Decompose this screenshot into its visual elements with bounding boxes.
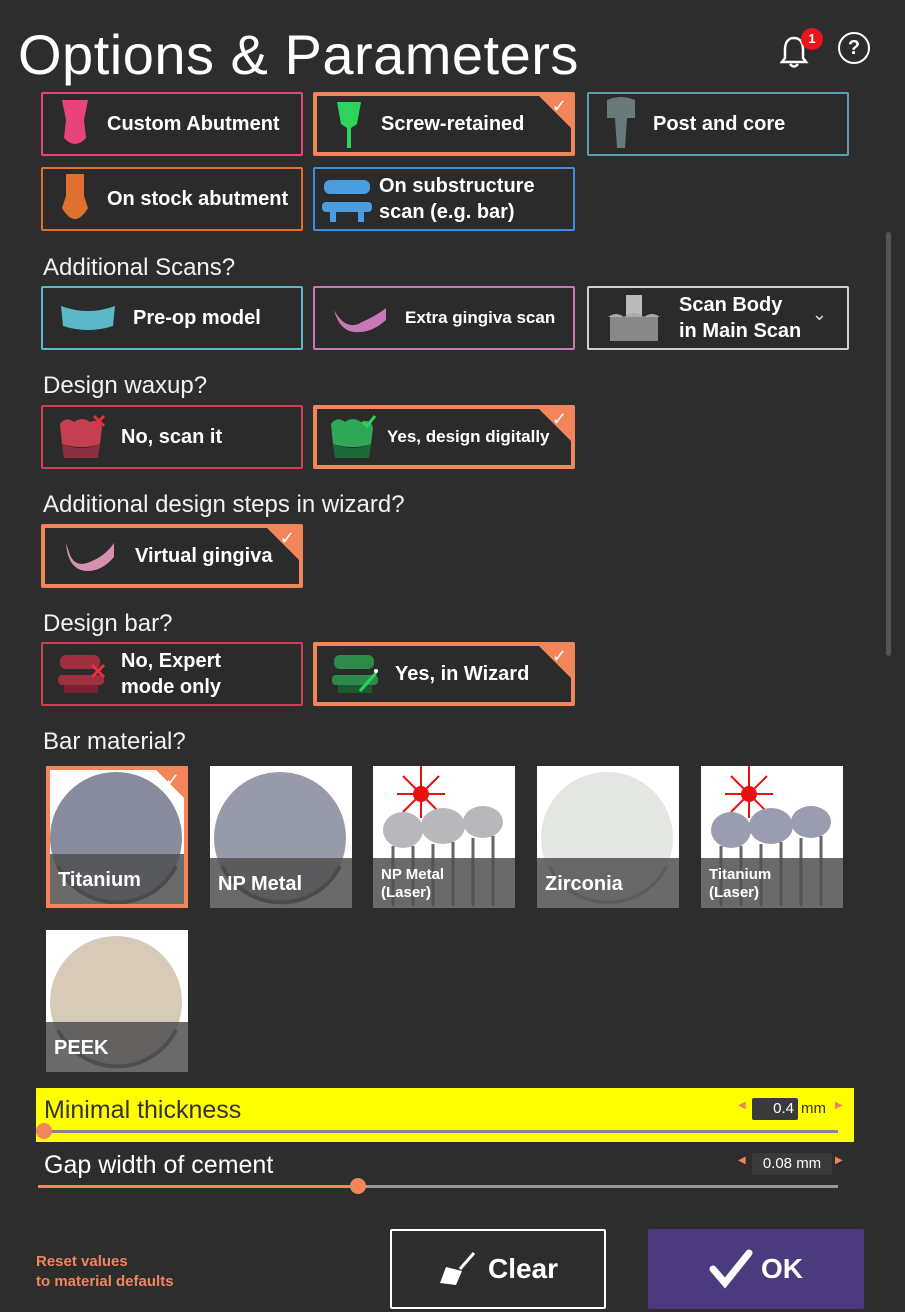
check-icon: ✓ bbox=[551, 96, 567, 116]
material-np-metal-laser[interactable]: NP Metal (Laser) bbox=[373, 766, 515, 908]
design-bar-wizard-icon bbox=[317, 646, 395, 702]
option-label: On substructure scan (e.g. bar) bbox=[379, 175, 535, 223]
clear-button[interactable]: Clear bbox=[390, 1229, 606, 1309]
material-label: Titanium (Laser) bbox=[709, 866, 772, 901]
option-extra-gingiva-scan[interactable]: Extra gingiva scan bbox=[313, 286, 575, 350]
increment-arrow-icon[interactable]: ▶ bbox=[835, 1100, 843, 1111]
ok-button[interactable]: OK bbox=[648, 1229, 864, 1309]
option-label: Screw-retained bbox=[381, 113, 525, 135]
increment-arrow-icon[interactable]: ▶ bbox=[835, 1155, 843, 1166]
option-label: On stock abutment bbox=[107, 188, 289, 210]
reset-defaults-link[interactable]: Reset values to material defaults bbox=[36, 1252, 174, 1292]
slider-minimal-thickness: Minimal thickness ◀ 0.4 mm ▶ bbox=[36, 1088, 854, 1142]
slider-label: Gap width of cement bbox=[44, 1151, 274, 1179]
option-label: No, Expert mode only bbox=[121, 650, 222, 698]
custom-abutment-icon bbox=[43, 94, 107, 154]
thickness-value-input[interactable]: 0.4 bbox=[752, 1098, 798, 1120]
material-label: Titanium bbox=[58, 869, 141, 891]
option-label: Yes, design digitally bbox=[387, 427, 550, 446]
stock-abutment-icon bbox=[43, 169, 107, 229]
checkmark-icon bbox=[709, 1249, 753, 1289]
preop-model-icon bbox=[43, 288, 133, 348]
chevron-down-icon[interactable]: ⌄ bbox=[812, 304, 827, 325]
broom-icon bbox=[439, 1252, 476, 1285]
section-design-bar: Design bar? bbox=[43, 610, 173, 637]
decrement-arrow-icon[interactable]: ◀ bbox=[738, 1100, 746, 1111]
option-no-expert-mode[interactable]: No, Expert mode only bbox=[41, 642, 303, 706]
material-np-metal[interactable]: NP Metal bbox=[210, 766, 352, 908]
help-icon[interactable]: ? bbox=[838, 32, 870, 64]
option-post-and-core[interactable]: Post and core bbox=[587, 92, 849, 156]
substructure-icon bbox=[315, 169, 379, 229]
option-scan-body-dropdown[interactable]: Scan Body in Main Scan ⌄ bbox=[587, 286, 849, 350]
material-peek[interactable]: PEEK bbox=[46, 930, 188, 1072]
slider-label: Minimal thickness bbox=[44, 1096, 242, 1124]
scan-body-icon bbox=[589, 288, 679, 348]
material-titanium[interactable]: Titanium ✓ bbox=[46, 766, 188, 908]
material-titanium-laser[interactable]: Titanium (Laser) bbox=[701, 766, 843, 908]
gap-value-input[interactable]: 0.08 mm bbox=[752, 1153, 832, 1175]
section-design-waxup: Design waxup? bbox=[43, 372, 208, 399]
option-custom-abutment[interactable]: Custom Abutment bbox=[41, 92, 303, 156]
option-on-stock-abutment[interactable]: On stock abutment bbox=[41, 167, 303, 231]
option-label: No, scan it bbox=[121, 426, 223, 448]
section-bar-material: Bar material? bbox=[43, 728, 186, 755]
material-label: NP Metal bbox=[218, 873, 303, 895]
scrollbar[interactable] bbox=[886, 232, 891, 656]
option-screw-retained[interactable]: Screw-retained ✓ bbox=[313, 92, 575, 156]
check-icon: ✓ bbox=[551, 409, 567, 429]
material-label: NP Metal (Laser) bbox=[381, 866, 445, 901]
section-additional-steps: Additional design steps in wizard? bbox=[43, 491, 405, 518]
check-icon: ✓ bbox=[279, 528, 295, 548]
slider-track[interactable] bbox=[44, 1130, 838, 1133]
option-label: Yes, in Wizard bbox=[395, 663, 530, 685]
decrement-arrow-icon[interactable]: ◀ bbox=[738, 1155, 746, 1166]
material-label: Zirconia bbox=[545, 873, 623, 895]
screw-retained-icon bbox=[317, 96, 381, 152]
design-bar-no-icon bbox=[43, 644, 121, 704]
option-label: Virtual gingiva bbox=[135, 545, 273, 567]
virtual-gingiva-icon bbox=[45, 528, 135, 584]
slider-handle[interactable] bbox=[350, 1178, 366, 1194]
option-yes-in-wizard[interactable]: Yes, in Wizard ✓ bbox=[313, 642, 575, 706]
slider-handle[interactable] bbox=[36, 1123, 52, 1139]
check-icon: ✓ bbox=[164, 770, 180, 790]
option-label: Scan Body in Main Scan bbox=[679, 294, 802, 342]
waxup-yes-icon bbox=[317, 409, 387, 465]
gingiva-scan-icon bbox=[315, 288, 405, 348]
check-icon: ✓ bbox=[551, 646, 567, 666]
option-label: Custom Abutment bbox=[107, 113, 280, 135]
option-label: Post and core bbox=[653, 113, 786, 135]
unit-label: mm bbox=[801, 1100, 826, 1117]
section-additional-scans: Additional Scans? bbox=[43, 254, 236, 281]
option-virtual-gingiva[interactable]: Virtual gingiva ✓ bbox=[41, 524, 303, 588]
waxup-no-icon bbox=[43, 407, 121, 467]
page-title: Options & Parameters bbox=[18, 23, 579, 86]
option-yes-design-digitally[interactable]: Yes, design digitally ✓ bbox=[313, 405, 575, 469]
option-label: Pre-op model bbox=[133, 307, 261, 329]
post-core-icon bbox=[589, 94, 653, 154]
notification-badge: 1 bbox=[801, 28, 823, 50]
slider-gap-width: Gap width of cement ◀ 0.08 mm ▶ bbox=[36, 1143, 854, 1197]
option-label: Extra gingiva scan bbox=[405, 308, 556, 327]
option-no-scan-it[interactable]: No, scan it bbox=[41, 405, 303, 469]
material-label: PEEK bbox=[54, 1037, 109, 1059]
option-on-substructure[interactable]: On substructure scan (e.g. bar) bbox=[313, 167, 575, 231]
material-zirconia[interactable]: Zirconia bbox=[537, 766, 679, 908]
option-pre-op-model[interactable]: Pre-op model bbox=[41, 286, 303, 350]
